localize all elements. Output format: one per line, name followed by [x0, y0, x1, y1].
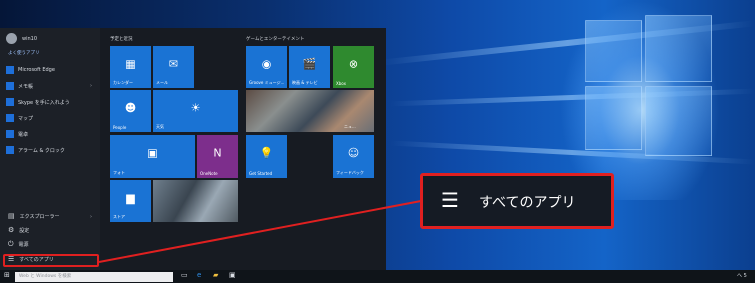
search-input[interactable]: Web と Windows を検索	[15, 272, 173, 282]
tile-feedback[interactable]: ☺ フィードバック	[333, 135, 374, 178]
app-item-edge[interactable]: Microsoft Edge	[6, 66, 55, 74]
tile-weather[interactable]: ☀ 天気	[153, 90, 238, 132]
tile-label: フォト	[113, 170, 125, 175]
folder-icon[interactable]: ▰	[213, 272, 218, 279]
task-view-icon[interactable]: ▭	[181, 272, 188, 279]
maps-icon	[6, 114, 14, 122]
app-label: Microsoft Edge	[18, 67, 55, 73]
tile-label: People	[113, 125, 127, 130]
user-account[interactable]: win10	[6, 33, 37, 44]
mail-icon: ✉	[168, 57, 179, 71]
tile-live-photo[interactable]	[153, 180, 238, 222]
settings-item[interactable]: ⚙ 設定	[8, 226, 30, 235]
calculator-icon	[6, 130, 14, 138]
tile-label: ニュ...	[344, 124, 356, 129]
all-apps-list-icon: ☰	[441, 188, 459, 212]
tray-clock[interactable]: へ 5	[737, 274, 747, 279]
all-apps-highlight	[3, 254, 99, 267]
app-item-notepad[interactable]: メモ帳	[6, 82, 33, 90]
app-label: マップ	[18, 115, 34, 122]
tile-label: カレンダー	[113, 80, 133, 85]
chevron-right-icon[interactable]: ›	[90, 83, 92, 89]
edge-icon	[6, 66, 14, 74]
tile-get-started[interactable]: 💡 Get Started	[246, 135, 287, 178]
group-title-entertainment: ゲームとエンターテイメント	[246, 37, 305, 42]
most-used-heading: よく使うアプリ	[8, 51, 40, 56]
start-menu: win10 よく使うアプリ Microsoft Edge メモ帳 › Skype…	[0, 28, 386, 270]
app-label: Skype を手に入れよう	[18, 99, 70, 106]
app-label: 電卓	[18, 131, 29, 138]
tile-news[interactable]: ニュ...	[246, 90, 374, 132]
app-item-maps[interactable]: マップ	[6, 114, 33, 122]
tile-label: フィードバック	[336, 170, 364, 175]
sun-icon: ☀	[190, 101, 201, 115]
onenote-icon: N	[213, 146, 222, 160]
app-item-skype[interactable]: Skype を手に入れよう	[6, 98, 70, 106]
store-bag-icon: ▆	[126, 191, 135, 205]
tile-xbox[interactable]: ⊗ Xbox	[333, 46, 374, 88]
windows-logo-pane	[585, 86, 642, 150]
app-item-alarm[interactable]: アラーム & クロック	[6, 146, 65, 154]
tile-mail[interactable]: ✉ メール	[153, 46, 194, 88]
explorer-item[interactable]: ▤ エクスプローラー	[8, 212, 60, 221]
tile-photos[interactable]: ▣ フォト	[110, 135, 195, 178]
calendar-icon: ▦	[125, 57, 136, 71]
alarm-icon	[6, 146, 14, 154]
feedback-icon: ☺	[347, 146, 360, 160]
windows-start-icon[interactable]: ⊞	[4, 272, 10, 279]
system-item-label: 電源	[18, 242, 29, 248]
windows-logo-pane	[645, 15, 712, 82]
film-icon: 🎬	[302, 57, 317, 71]
store-bag-icon[interactable]: ▣	[229, 272, 236, 279]
group-title-life: 予定と近況	[110, 37, 133, 42]
tile-label: 天気	[156, 124, 164, 129]
notepad-icon	[6, 82, 14, 90]
app-item-calculator[interactable]: 電卓	[6, 130, 28, 138]
tile-label: Get Started	[249, 171, 273, 176]
tile-movies[interactable]: 🎬 映画 & テレビ	[289, 46, 330, 88]
tile-people[interactable]: ☻ People	[110, 90, 151, 132]
user-name: win10	[22, 35, 38, 42]
music-disc-icon: ◉	[261, 57, 272, 71]
system-item-label: エクスプローラー	[19, 214, 60, 220]
tile-label: メール	[156, 80, 168, 85]
search-placeholder: Web と Windows を検索	[19, 274, 72, 279]
tile-label: Groove ミュージ...	[249, 80, 285, 85]
gear-icon: ⚙	[8, 226, 15, 234]
folder-icon: ▤	[8, 212, 15, 220]
photo-icon: ▣	[147, 146, 158, 160]
tile-store[interactable]: ▆ ストア	[110, 180, 151, 222]
callout-label: すべてのアプリ	[479, 195, 576, 211]
xbox-icon: ⊗	[348, 57, 359, 71]
tile-label: OneNote	[200, 171, 218, 176]
app-label: メモ帳	[18, 83, 34, 90]
all-apps-callout: ☰ すべてのアプリ	[420, 173, 614, 229]
windows-logo-pane	[585, 20, 642, 82]
avatar	[6, 33, 17, 44]
tile-groove[interactable]: ◉ Groove ミュージ...	[246, 46, 287, 88]
windows-logo-pane	[645, 86, 712, 156]
tile-label: ストア	[113, 214, 125, 219]
tile-onenote[interactable]: N OneNote	[197, 135, 238, 178]
chevron-right-icon[interactable]: ›	[90, 214, 92, 220]
tile-label: 映画 & テレビ	[292, 80, 318, 85]
power-item[interactable]: ⏻ 電源	[8, 240, 29, 249]
edge-icon[interactable]: e	[197, 272, 201, 279]
start-menu-left-column: win10 よく使うアプリ Microsoft Edge メモ帳 › Skype…	[0, 28, 100, 270]
tile-calendar[interactable]: ▦ カレンダー	[110, 46, 151, 88]
system-item-label: 設定	[19, 228, 30, 234]
tile-label: Xbox	[336, 81, 346, 86]
lightbulb-icon: 💡	[259, 146, 274, 160]
power-icon: ⏻	[8, 240, 14, 248]
skype-icon	[6, 98, 14, 106]
people-icon: ☻	[124, 101, 137, 115]
app-label: アラーム & クロック	[18, 147, 65, 154]
